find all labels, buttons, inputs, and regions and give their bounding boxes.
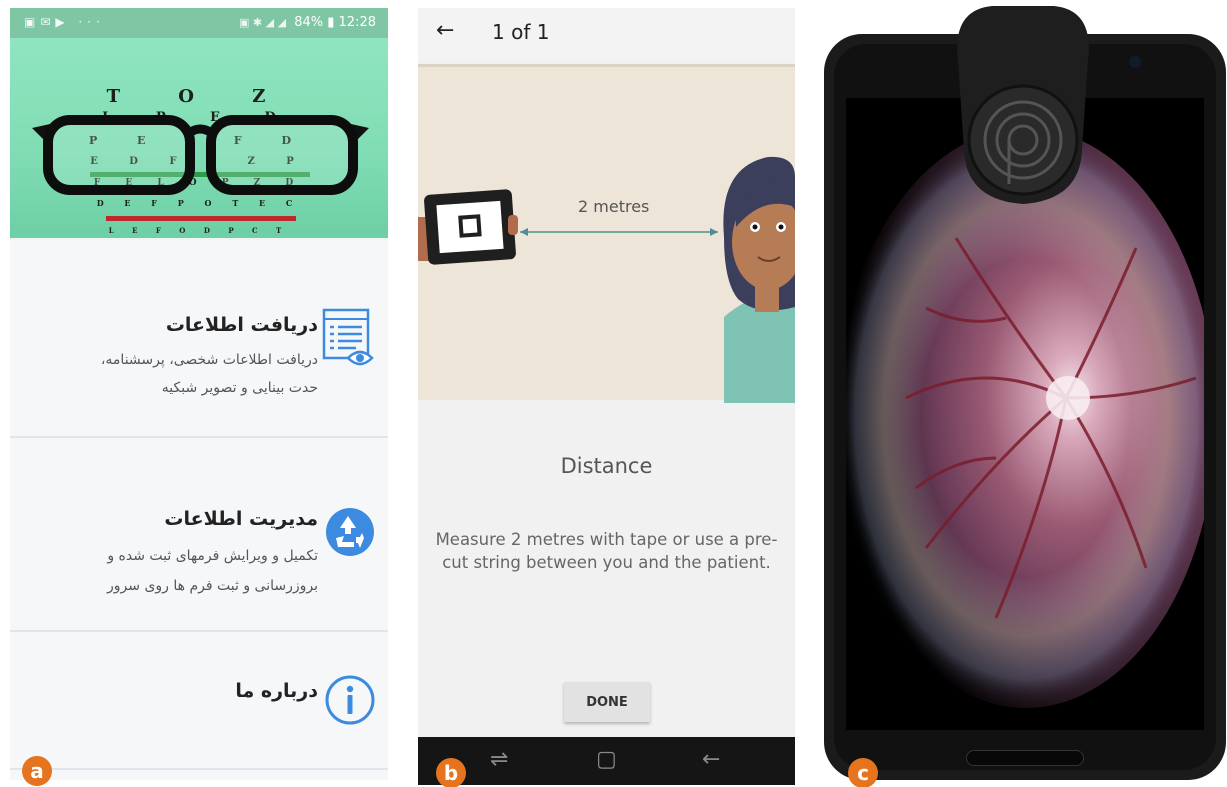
panel-b-app-screen: ← 1 of 1 2 metres Distance Measure 2 met… xyxy=(418,8,795,785)
eyeglasses-icon xyxy=(32,115,369,195)
panel-c-phone-photo xyxy=(818,0,1227,787)
battery-icon: ▮ xyxy=(327,15,335,30)
recycle-icon xyxy=(326,508,374,556)
chart-row: L E F O D P C T xyxy=(108,226,290,235)
app-bar: ← 1 of 1 xyxy=(418,8,795,60)
android-nav-bar: ⇌ ▢ ← xyxy=(418,737,795,785)
measure-scene xyxy=(418,156,795,403)
peek-retina-logo-icon xyxy=(957,6,1089,204)
menu-item-title: درباره ما xyxy=(235,680,318,702)
page-counter: 1 of 1 xyxy=(492,20,550,44)
menu-item-desc-line2: حدت بینایی و تصویر شبکیه xyxy=(161,380,318,396)
info-icon xyxy=(325,675,375,725)
bottom-speaker xyxy=(966,750,1084,766)
menu-item-desc-line1: دریافت اطلاعات شخصی، پرسشنامه، xyxy=(100,352,318,368)
clock: 12:28 xyxy=(338,15,376,30)
panel-label-a: a xyxy=(22,756,52,786)
menu-item-get-info[interactable]: دریافت اطلاعات دریافت اطلاعات شخصی، پرسش… xyxy=(10,240,388,436)
system-status-icons: ▣ ✱ ◢ ◢ xyxy=(239,16,287,29)
panel-label-c: c xyxy=(848,758,878,787)
notification-icons: ▣✉▶ ··· xyxy=(24,15,105,29)
red-line xyxy=(106,216,296,221)
menu-item-manage-info[interactable]: مدیریت اطلاعات تکمیل و ویرایش فرمهای ثبت… xyxy=(10,438,388,630)
battery-level: 84% xyxy=(294,15,324,30)
back-arrow-icon[interactable]: ← xyxy=(436,18,454,43)
distance-illustration: 2 metres xyxy=(418,64,795,403)
main-menu: دریافت اطلاعات دریافت اطلاعات شخصی، پرسش… xyxy=(10,240,388,780)
menu-item-about-us[interactable]: درباره ما xyxy=(10,632,388,772)
menu-item-desc-line1: تکمیل و ویرایش فرمهای ثبت شده و xyxy=(107,548,318,564)
status-bar: ▣✉▶ ··· ▣ ✱ ◢ ◢ 84% ▮ 12:28 xyxy=(10,8,388,38)
divider xyxy=(10,768,388,770)
recent-apps-icon[interactable]: ⇌ xyxy=(490,747,508,772)
chart-row: D E F P O T E C xyxy=(96,198,302,208)
list-eye-icon xyxy=(322,308,374,366)
home-icon[interactable]: ▢ xyxy=(596,747,617,772)
menu-item-title: مدیریت اطلاعات xyxy=(164,508,318,530)
menu-item-desc-line2: بروزرسانی و ثبت فرم ها روی سرور xyxy=(107,578,318,594)
step-heading: Distance xyxy=(560,454,653,478)
step-instructions: Measure 2 metres with tape or use a pre-… xyxy=(435,530,778,572)
panel-label-b: b xyxy=(436,758,466,787)
chart-row: T O Z xyxy=(106,86,292,107)
menu-item-title: دریافت اطلاعات xyxy=(165,314,318,336)
done-button[interactable]: DONE xyxy=(564,682,650,722)
nav-back-icon[interactable]: ← xyxy=(702,747,720,772)
eye-chart-banner: T O Z L P E D P E C F D E D F C Z P F E … xyxy=(10,38,388,238)
panel-a-app-screen: ▣✉▶ ··· ▣ ✱ ◢ ◢ 84% ▮ 12:28 T O Z L P E … xyxy=(10,8,388,780)
distance-label: 2 metres xyxy=(578,197,650,216)
front-camera xyxy=(1129,56,1141,68)
